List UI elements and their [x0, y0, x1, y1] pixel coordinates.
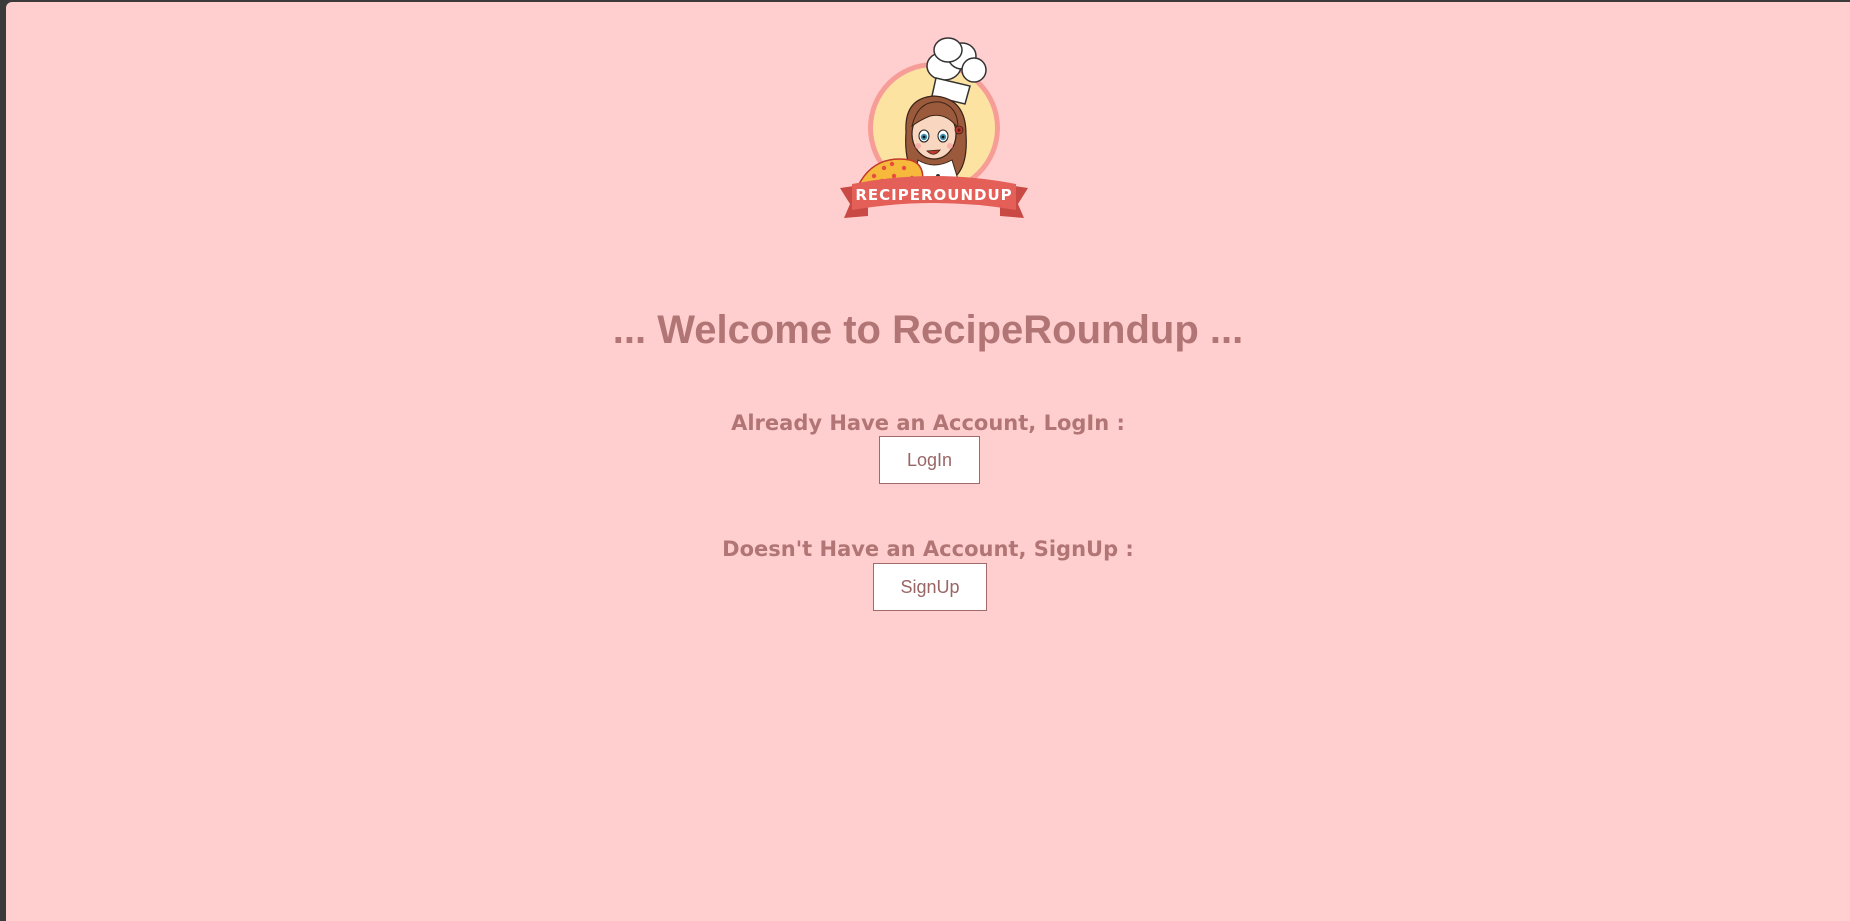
page: RECIPEROUNDUP ... Welcome to RecipeRound… [6, 2, 1850, 921]
signup-prompt: Doesn't Have an Account, SignUp : [722, 537, 1134, 561]
login-prompt: Already Have an Account, LogIn : [731, 411, 1125, 435]
login-button[interactable]: LogIn [879, 436, 980, 484]
logo-banner-text: RECIPEROUNDUP [855, 186, 1012, 204]
welcome-heading: ... Welcome to RecipeRoundup ... [612, 308, 1244, 352]
logo-banner: RECIPEROUNDUP [840, 176, 1028, 218]
signup-button[interactable]: SignUp [873, 563, 987, 611]
recipe-roundup-logo: RECIPEROUNDUP [840, 37, 1028, 218]
flower-icon [954, 125, 964, 135]
